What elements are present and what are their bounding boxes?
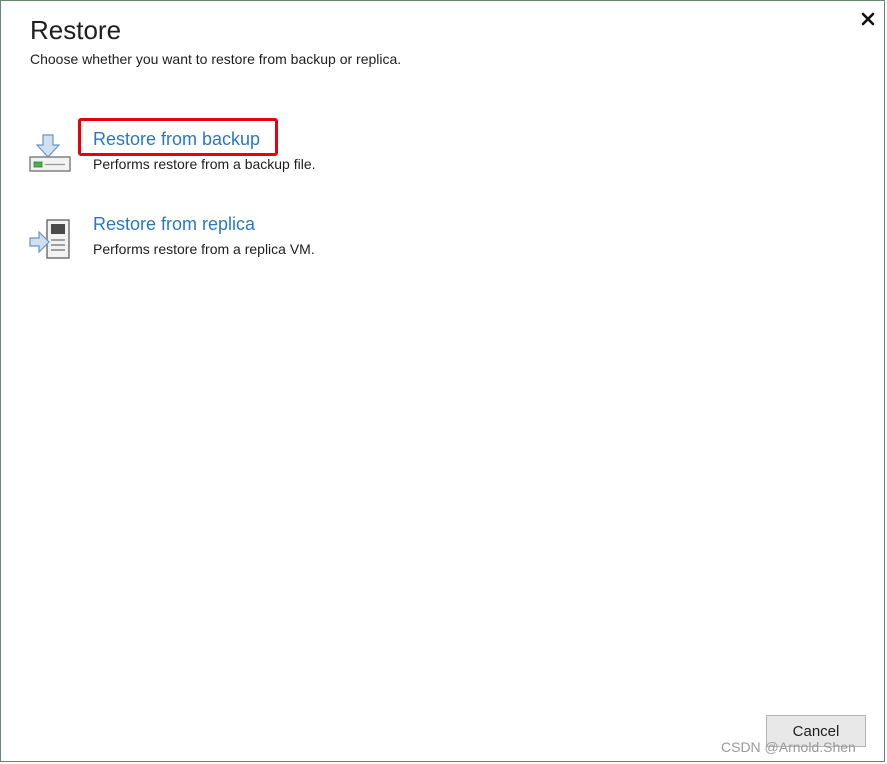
restore-from-backup-description: Performs restore from a backup file. bbox=[93, 156, 316, 172]
restore-from-backup-option[interactable]: Restore from backup Performs restore fro… bbox=[29, 127, 429, 187]
restore-dialog: Restore Choose whether you want to resto… bbox=[0, 0, 885, 762]
close-icon bbox=[861, 12, 875, 26]
watermark: CSDN @Arnold.Shen bbox=[721, 739, 856, 755]
restore-from-replica-option[interactable]: Restore from replica Performs restore fr… bbox=[29, 212, 429, 272]
restore-from-backup-link[interactable]: Restore from backup bbox=[93, 127, 260, 151]
restore-replica-icon bbox=[29, 219, 70, 259]
restore-from-replica-description: Performs restore from a replica VM. bbox=[93, 241, 315, 257]
dialog-subtitle: Choose whether you want to restore from … bbox=[30, 51, 402, 67]
restore-backup-icon bbox=[29, 134, 71, 172]
restore-from-replica-link[interactable]: Restore from replica bbox=[93, 212, 255, 236]
close-button[interactable] bbox=[857, 8, 879, 30]
dialog-title: Restore bbox=[30, 15, 122, 45]
